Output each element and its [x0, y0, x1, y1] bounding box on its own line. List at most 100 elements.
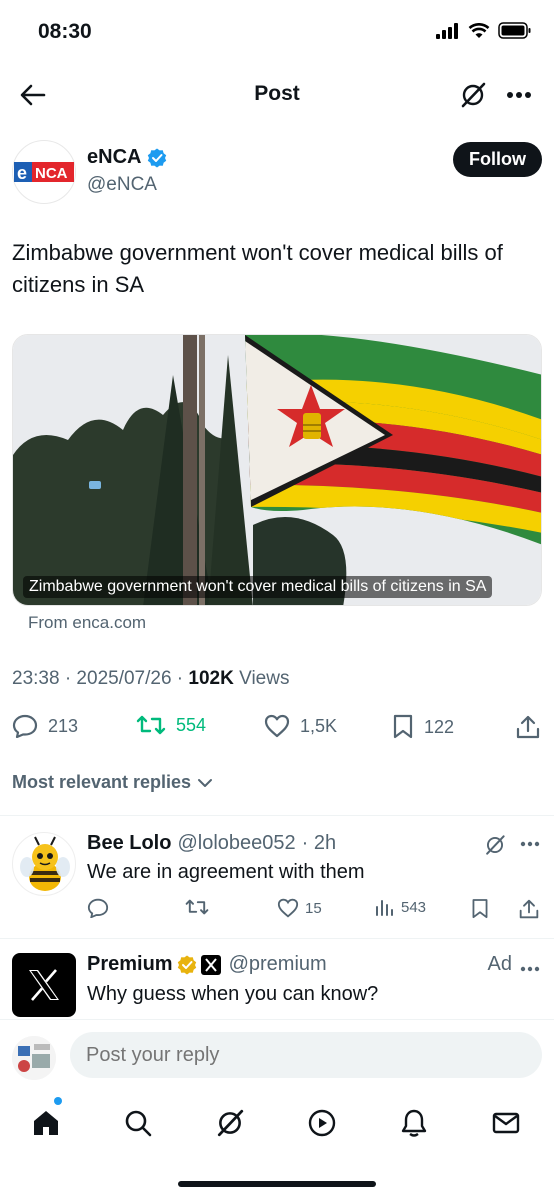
svg-text:e: e — [17, 163, 27, 183]
x-badge-icon — [200, 954, 221, 975]
share-icon — [519, 899, 539, 919]
search-icon — [125, 1110, 152, 1137]
reply-like-count: 15 — [305, 899, 322, 917]
chevron-down-icon — [198, 778, 213, 787]
author-handle: @eNCA — [87, 174, 157, 195]
more-icon — [520, 966, 540, 972]
ad-more-button[interactable] — [520, 959, 540, 977]
ad-text: Why guess when you can know? — [87, 983, 379, 1005]
ad-author-handle: @premium — [228, 953, 327, 975]
tab-videos[interactable] — [302, 1103, 342, 1143]
like-icon — [277, 898, 299, 918]
tab-grok[interactable] — [210, 1103, 250, 1143]
post-author: e NCA eNCA @eNCA Follow — [12, 140, 542, 204]
reply-views-button[interactable]: 543 — [375, 898, 426, 916]
link-card[interactable]: Zimbabwe government won't cover medical … — [12, 334, 542, 606]
bottom-tab-bar — [0, 1091, 554, 1171]
author-name[interactable]: eNCA — [87, 146, 167, 169]
bookmark-icon — [393, 714, 413, 739]
replies-filter[interactable]: Most relevant replies — [12, 772, 213, 793]
reply-share-button[interactable] — [519, 898, 539, 920]
tab-messages[interactable] — [486, 1103, 526, 1143]
views-icon — [376, 900, 393, 916]
grok-icon — [461, 82, 486, 108]
more-icon — [507, 92, 531, 98]
enca-logo: e NCA — [14, 162, 74, 183]
reply-text: We are in agreement with them — [87, 861, 365, 883]
reply-views-count: 543 — [401, 898, 427, 916]
home-notification-dot — [54, 1097, 62, 1105]
share-button[interactable] — [516, 714, 540, 740]
post-timestamp: 23:38 · 2025/07/26 · — [12, 668, 189, 689]
user-avatar-image — [12, 1036, 56, 1080]
reply-actions: 15 543 — [87, 898, 547, 922]
author-name-text: eNCA — [87, 146, 142, 168]
reply-avatar[interactable] — [12, 832, 76, 896]
reply-author-handle: @lolobee052 — [177, 832, 296, 854]
reply-grok-button[interactable] — [484, 834, 506, 861]
reply-author-name[interactable]: Bee Lolo — [87, 832, 171, 855]
reply-count: 213 — [48, 715, 79, 736]
reply-bookmark-button[interactable] — [471, 898, 489, 920]
status-time: 08:30 — [38, 20, 92, 43]
more-options-button[interactable] — [502, 78, 536, 112]
svg-text:NCA: NCA — [35, 165, 68, 182]
bell-icon — [401, 1109, 427, 1137]
reply-time: · 2h — [301, 832, 337, 854]
card-caption: Zimbabwe government won't cover medical … — [23, 576, 493, 598]
repost-icon — [136, 715, 166, 735]
ad-item[interactable]: Premium @premium Ad Why guess when you c… — [0, 939, 554, 1019]
reply-reply-button[interactable] — [87, 898, 109, 918]
tab-search[interactable] — [118, 1103, 158, 1143]
post-meta: 23:38 · 2025/07/26 · 102K Views — [12, 668, 289, 690]
grok-icon — [486, 835, 505, 855]
views-count: 102K — [188, 668, 234, 689]
grok-button[interactable] — [456, 78, 490, 112]
wifi-icon — [468, 22, 490, 38]
follow-button[interactable]: Follow — [453, 142, 542, 177]
share-icon — [516, 715, 540, 739]
reply-item[interactable]: Bee Lolo @lolobee052 · 2h We are in agre… — [0, 816, 554, 938]
tab-notifications[interactable] — [394, 1103, 434, 1143]
like-count: 1,5K — [300, 715, 338, 736]
like-button[interactable]: 1,5K — [264, 714, 337, 738]
ad-author-name[interactable]: Premium — [87, 953, 173, 976]
reply-composer — [0, 1019, 554, 1091]
bookmark-icon — [472, 899, 488, 919]
card-source[interactable]: From enca.com — [28, 613, 146, 633]
ad-label: Ad — [487, 953, 512, 975]
ad-avatar[interactable] — [12, 953, 76, 1017]
more-icon — [520, 841, 540, 847]
status-icons — [436, 22, 532, 39]
home-indicator — [178, 1181, 376, 1187]
views-label: Views — [233, 668, 290, 689]
repost-count: 554 — [176, 714, 207, 735]
play-icon — [308, 1109, 336, 1137]
bee-avatar-image — [20, 836, 70, 891]
verified-gold-icon — [177, 955, 196, 974]
reply-like-button[interactable]: 15 — [277, 898, 322, 918]
reply-repost-button[interactable] — [185, 898, 209, 916]
top-bar: Post — [0, 66, 554, 122]
reply-more-button[interactable] — [520, 834, 540, 852]
author-avatar[interactable]: e NCA — [12, 140, 76, 204]
reply-input[interactable] — [70, 1032, 542, 1078]
verified-icon — [148, 148, 167, 167]
bookmark-count: 122 — [424, 716, 455, 737]
reply-header: Bee Lolo @lolobee052 · 2h — [87, 832, 336, 855]
reply-button[interactable]: 213 — [12, 714, 78, 738]
reply-icon — [12, 714, 38, 738]
replies-filter-label: Most relevant replies — [12, 772, 192, 792]
tab-home[interactable] — [26, 1103, 66, 1143]
post-actions: 213 554 1,5K 122 — [0, 708, 554, 748]
status-bar: 08:30 — [0, 0, 554, 66]
user-avatar[interactable] — [12, 1036, 56, 1080]
bookmark-button[interactable]: 122 — [392, 714, 454, 740]
battery-icon — [498, 22, 531, 39]
post-text: Zimbabwe government won't cover medical … — [12, 240, 503, 297]
ad-header: Premium @premium — [87, 953, 327, 976]
repost-icon — [185, 899, 209, 915]
home-icon — [34, 1111, 58, 1135]
zimbabwe-flag-image — [13, 335, 541, 605]
repost-button[interactable]: 554 — [136, 714, 206, 736]
